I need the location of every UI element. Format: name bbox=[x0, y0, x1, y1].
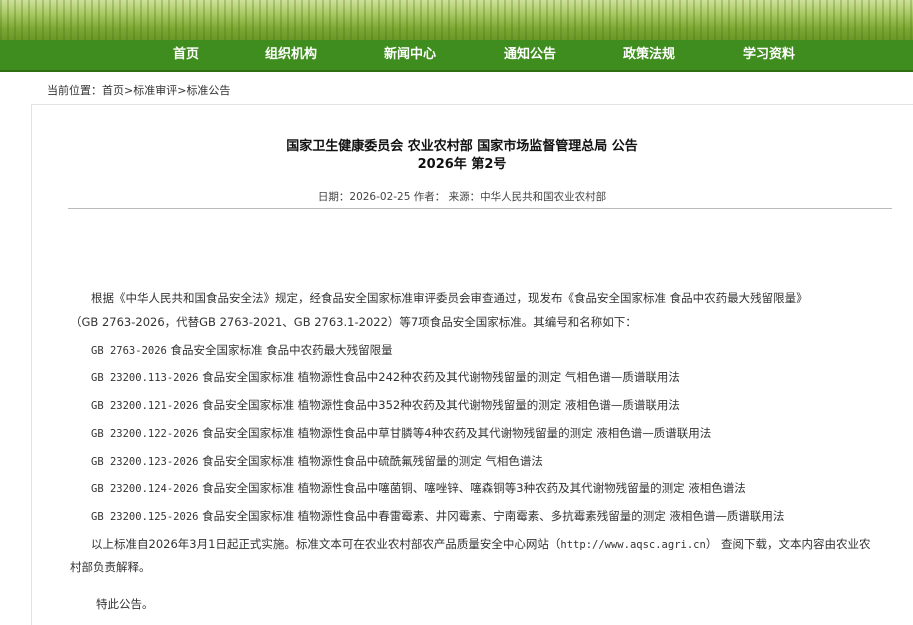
standard-code: GB 23200.124-2026 bbox=[91, 483, 199, 495]
aqsc-website-link[interactable]: http://www.aqsc.agri.cn bbox=[560, 539, 705, 551]
closing-paragraph-line2: 村部负责解释。 bbox=[70, 560, 151, 574]
nav-item-organization[interactable]: 组织机构 bbox=[241, 40, 341, 70]
standard-name: 食品安全国家标准 植物源性食品中242种农药及其代谢物残留量的测定 气相色谱—质… bbox=[202, 370, 680, 384]
standard-name: 食品安全国家标准 食品中农药最大残留限量 bbox=[170, 343, 393, 357]
intro-paragraph-line1: 根据《中华人民共和国食品安全法》规定，经食品安全国家标准审评委员会审查通过，现发… bbox=[91, 291, 808, 305]
nav-item-notices[interactable]: 通知公告 bbox=[480, 40, 580, 70]
article-meta: 日期：2026-02-25 作者： 来源：中华人民共和国农业农村部 bbox=[317, 191, 607, 203]
breadcrumb: 当前位置：首页>标准审评>标准公告 bbox=[47, 82, 230, 98]
standard-code: GB 23200.113-2026 bbox=[91, 372, 199, 384]
nav-item-learning[interactable]: 学习资料 bbox=[719, 40, 819, 70]
closing-text: 以上标准自2026年3月1日起正式实施。标准文本可在农业农村部农产品质量安全中心… bbox=[91, 537, 561, 551]
standard-code: GB 23200.123-2026 bbox=[91, 456, 199, 468]
nav-item-policies[interactable]: 政策法规 bbox=[599, 40, 699, 70]
intro-paragraph-line2: （GB 2763-2026，代替GB 2763-2021、GB 2763.1-2… bbox=[70, 315, 637, 329]
standard-item: GB 23200.124-2026 食品安全国家标准 植物源性食品中噻菌铜、噻唑… bbox=[91, 480, 746, 496]
standard-item: GB 23200.121-2026 食品安全国家标准 植物源性食品中352种农药… bbox=[91, 397, 680, 413]
sign-off: 特此公告。 bbox=[96, 597, 154, 611]
breadcrumb-home-link[interactable]: 首页 bbox=[102, 84, 124, 97]
standard-item: GB 23200.125-2026 食品安全国家标准 植物源性食品中春雷霉素、井… bbox=[91, 508, 784, 524]
breadcrumb-separator: > bbox=[124, 84, 134, 97]
standard-item: GB 23200.113-2026 食品安全国家标准 植物源性食品中242种农药… bbox=[91, 369, 680, 385]
standard-name: 食品安全国家标准 植物源性食品中硫酰氟残留量的测定 气相色谱法 bbox=[202, 454, 543, 468]
standard-item: GB 2763-2026 食品安全国家标准 食品中农药最大残留限量 bbox=[91, 342, 393, 358]
closing-text: ） 查阅下载，文本内容由农业农 bbox=[705, 537, 871, 551]
article-container: 国家卫生健康委员会 农业农村部 国家市场监督管理总局 公告 2026年 第2号 … bbox=[31, 104, 913, 625]
standard-item: GB 23200.123-2026 食品安全国家标准 植物源性食品中硫酰氟残留量… bbox=[91, 453, 543, 469]
standard-code: GB 23200.121-2026 bbox=[91, 400, 199, 412]
header-banner bbox=[0, 0, 913, 40]
divider bbox=[68, 208, 892, 209]
standard-name: 食品安全国家标准 植物源性食品中352种农药及其代谢物残留量的测定 液相色谱—质… bbox=[202, 398, 680, 412]
standard-name: 食品安全国家标准 植物源性食品中春雷霉素、井冈霉素、宁南霉素、多抗霉素残留量的测… bbox=[202, 509, 785, 523]
main-nav: 首页 组织机构 新闻中心 通知公告 政策法规 学习资料 bbox=[0, 40, 913, 72]
standard-code: GB 23200.122-2026 bbox=[91, 428, 199, 440]
breadcrumb-standard-notice-link[interactable]: 标准公告 bbox=[186, 84, 230, 97]
standard-code: GB 23200.125-2026 bbox=[91, 511, 199, 523]
standard-item: GB 23200.122-2026 食品安全国家标准 植物源性食品中草甘膦等4种… bbox=[91, 425, 711, 441]
standard-name: 食品安全国家标准 植物源性食品中噻菌铜、噻唑锌、噻森铜等3种农药及其代谢物残留量… bbox=[202, 481, 746, 495]
article-number: 2026年 第2号 bbox=[417, 157, 507, 172]
closing-paragraph-line1: 以上标准自2026年3月1日起正式实施。标准文本可在农业农村部农产品质量安全中心… bbox=[91, 536, 870, 552]
standard-code: GB 2763-2026 bbox=[91, 345, 167, 357]
standard-name: 食品安全国家标准 植物源性食品中草甘膦等4种农药及其代谢物残留量的测定 液相色谱… bbox=[202, 426, 712, 440]
nav-item-home[interactable]: 首页 bbox=[136, 40, 236, 70]
breadcrumb-prefix: 当前位置： bbox=[47, 84, 102, 97]
article-title: 国家卫生健康委员会 农业农村部 国家市场监督管理总局 公告 bbox=[286, 139, 638, 154]
breadcrumb-standard-review-link[interactable]: 标准审评 bbox=[133, 84, 177, 97]
nav-item-news[interactable]: 新闻中心 bbox=[360, 40, 460, 70]
